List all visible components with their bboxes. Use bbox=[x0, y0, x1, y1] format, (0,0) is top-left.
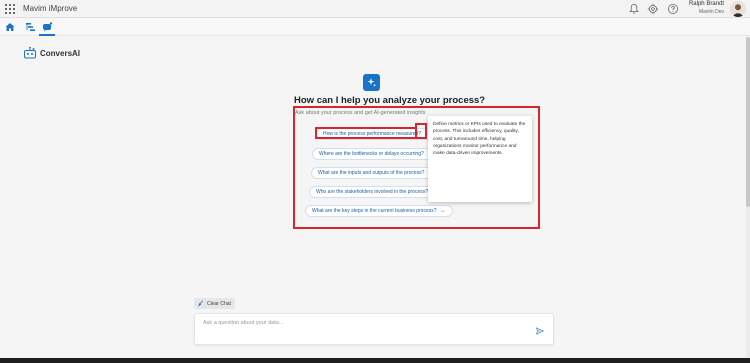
clear-chat-button[interactable]: Clear Chat bbox=[194, 298, 235, 309]
gear-icon[interactable] bbox=[647, 3, 659, 15]
scrollbar-thumb[interactable] bbox=[746, 37, 750, 207]
page-scrollbar[interactable] bbox=[746, 37, 750, 358]
top-bar: Mavim iMprove Ralph Brandt Mavim Dev bbox=[0, 0, 750, 18]
broom-icon bbox=[198, 300, 204, 307]
annotation-box-arrow bbox=[415, 123, 427, 139]
page-title: How can I help you analyze your process? bbox=[294, 95, 486, 106]
hierarchy-icon[interactable] bbox=[24, 21, 36, 33]
home-icon[interactable] bbox=[4, 21, 16, 33]
app-title: Mavim iMprove bbox=[23, 4, 78, 13]
clear-chat-label: Clear Chat bbox=[207, 300, 231, 307]
user-photo-icon bbox=[730, 1, 746, 17]
chat-input[interactable] bbox=[203, 318, 523, 328]
grid-icon[interactable] bbox=[5, 4, 15, 14]
nav-active-indicator bbox=[39, 34, 55, 36]
user-name: Ralph Brandt bbox=[688, 1, 724, 7]
sparkle-icon bbox=[367, 78, 376, 87]
chat-composer bbox=[194, 313, 554, 345]
ai-badge bbox=[363, 74, 380, 91]
main-content: ConversAI How can I help you analyze you… bbox=[0, 37, 746, 358]
annotation-box-chip bbox=[315, 127, 417, 139]
bell-icon[interactable] bbox=[628, 3, 640, 15]
ai-nav-icon[interactable] bbox=[41, 21, 53, 33]
robot-icon bbox=[24, 46, 36, 59]
nav-bar bbox=[0, 19, 750, 36]
send-icon[interactable] bbox=[535, 326, 545, 336]
user-role: Mavim Dev bbox=[698, 9, 724, 15]
brand-label: ConversAI bbox=[40, 49, 81, 58]
help-icon[interactable] bbox=[667, 3, 679, 15]
avatar[interactable] bbox=[730, 1, 746, 17]
taskbar-strip bbox=[0, 358, 750, 363]
